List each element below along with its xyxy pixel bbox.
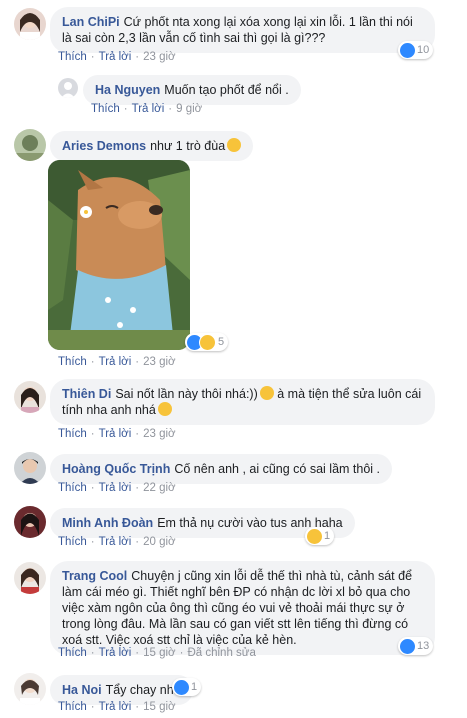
comment-author[interactable]: Ha Nguyen <box>95 83 160 97</box>
reply-link[interactable]: Trả lời <box>99 356 132 368</box>
comment-actions: Thích · Trả lời · 15 giờ <box>58 701 176 713</box>
reaction-count[interactable]: 13 <box>398 637 434 655</box>
like-link[interactable]: Thích <box>58 51 87 63</box>
comment-author[interactable]: Hoàng Quốc Trịnh <box>62 462 170 476</box>
reaction-count[interactable]: 5 <box>185 333 229 351</box>
reply-link[interactable]: Trả lời <box>99 701 132 713</box>
timestamp[interactable]: 20 giờ <box>143 536 175 548</box>
smile-emoji-icon <box>259 386 274 400</box>
comment-author[interactable]: Thiên Di <box>62 387 111 401</box>
reply-link[interactable]: Trả lời <box>99 482 132 494</box>
smile-emoji-icon <box>157 402 172 416</box>
avatar[interactable] <box>14 452 46 484</box>
timestamp[interactable]: 22 giờ <box>143 482 175 494</box>
comment-actions: Thích · Trả lời · 15 giờ · Đã chỉnh sửa <box>58 647 256 659</box>
comment-actions: Thích · Trả lời · 23 giờ <box>58 356 176 368</box>
avatar[interactable] <box>14 8 46 40</box>
timestamp[interactable]: 23 giờ <box>143 428 175 440</box>
comment-actions: Thích · Trả lời · 23 giờ <box>58 428 176 440</box>
timestamp[interactable]: 9 giờ <box>176 103 202 115</box>
comment-author[interactable]: Lan ChiPi <box>62 15 120 29</box>
like-link[interactable]: Thích <box>58 482 87 494</box>
timestamp[interactable]: 15 giờ <box>143 701 175 713</box>
reply-link[interactable]: Trả lời <box>99 428 132 440</box>
edited-label[interactable]: Đã chỉnh sửa <box>187 647 255 659</box>
haha-reaction-icon <box>199 333 216 351</box>
avatar[interactable] <box>14 381 46 413</box>
like-reaction-icon <box>400 638 415 654</box>
avatar[interactable] <box>14 506 46 538</box>
comment-text: như 1 trò đùa <box>150 139 226 153</box>
comment-bubble: Aries Demons như 1 trò đùa <box>50 131 254 161</box>
reply-link[interactable]: Trả lời <box>132 103 165 115</box>
laughing-emoji-icon <box>227 138 242 152</box>
avatar[interactable] <box>14 562 46 594</box>
like-link[interactable]: Thích <box>58 536 87 548</box>
like-reaction-icon <box>174 679 189 695</box>
comment-author[interactable]: Ha Noi <box>62 683 102 697</box>
comment-actions: Thích · Trả lời · 23 giờ <box>58 51 176 63</box>
avatar[interactable] <box>14 129 46 161</box>
comment-author[interactable]: Trang Cool <box>62 569 127 583</box>
like-reaction-icon <box>400 42 415 58</box>
comment-author[interactable]: Aries Demons <box>62 139 146 153</box>
comment-bubble: Lan ChiPi Cứ phốt nta xong lại xóa xong l… <box>50 7 435 53</box>
comment-text: Tẩy chay nha <box>105 683 181 697</box>
like-link[interactable]: Thích <box>58 428 87 440</box>
comment-bubble: Thiên Di Sai nốt lần này thôi nhá:)) à mà… <box>50 379 435 425</box>
reaction-count[interactable]: 10 <box>398 41 434 59</box>
like-link[interactable]: Thích <box>91 103 120 115</box>
comment-text: Muốn tạo phốt để nổi . <box>164 83 289 97</box>
reply-link[interactable]: Trả lời <box>99 51 132 63</box>
reply-link[interactable]: Trả lời <box>99 647 132 659</box>
reply-link[interactable]: Trả lời <box>99 536 132 548</box>
comment-bubble: Trang Cool Chuyện j cũng xin lỗi dễ thế t… <box>50 561 435 655</box>
like-link[interactable]: Thích <box>58 701 87 713</box>
timestamp[interactable]: 23 giờ <box>143 356 175 368</box>
timestamp[interactable]: 23 giờ <box>143 51 175 63</box>
comment-bubble: Hoàng Quốc Trịnh Cố nên anh , ai cũng có … <box>50 454 393 484</box>
reaction-count[interactable]: 1 <box>172 678 202 696</box>
comment-photo[interactable] <box>48 160 190 350</box>
like-link[interactable]: Thích <box>58 356 87 368</box>
like-link[interactable]: Thích <box>58 647 87 659</box>
reaction-count[interactable]: 1 <box>305 527 335 545</box>
comment-actions: Thích · Trả lời · 9 giờ <box>91 103 203 115</box>
timestamp[interactable]: 15 giờ <box>143 647 175 659</box>
comment-actions: Thích · Trả lời · 20 giờ <box>58 536 176 548</box>
comment-text: Sai nốt lần này thôi nhá:)) <box>115 387 258 401</box>
comment-bubble: Ha Nguyen Muốn tạo phốt để nổi . <box>83 75 301 105</box>
comment-text: Cố nên anh , ai cũng có sai lầm thôi . <box>174 462 381 476</box>
comment-actions: Thích · Trả lời · 22 giờ <box>58 482 176 494</box>
comment-author[interactable]: Minh Anh Đoàn <box>62 516 153 530</box>
avatar[interactable] <box>14 673 46 705</box>
avatar[interactable] <box>58 78 78 98</box>
haha-reaction-icon <box>307 528 322 544</box>
